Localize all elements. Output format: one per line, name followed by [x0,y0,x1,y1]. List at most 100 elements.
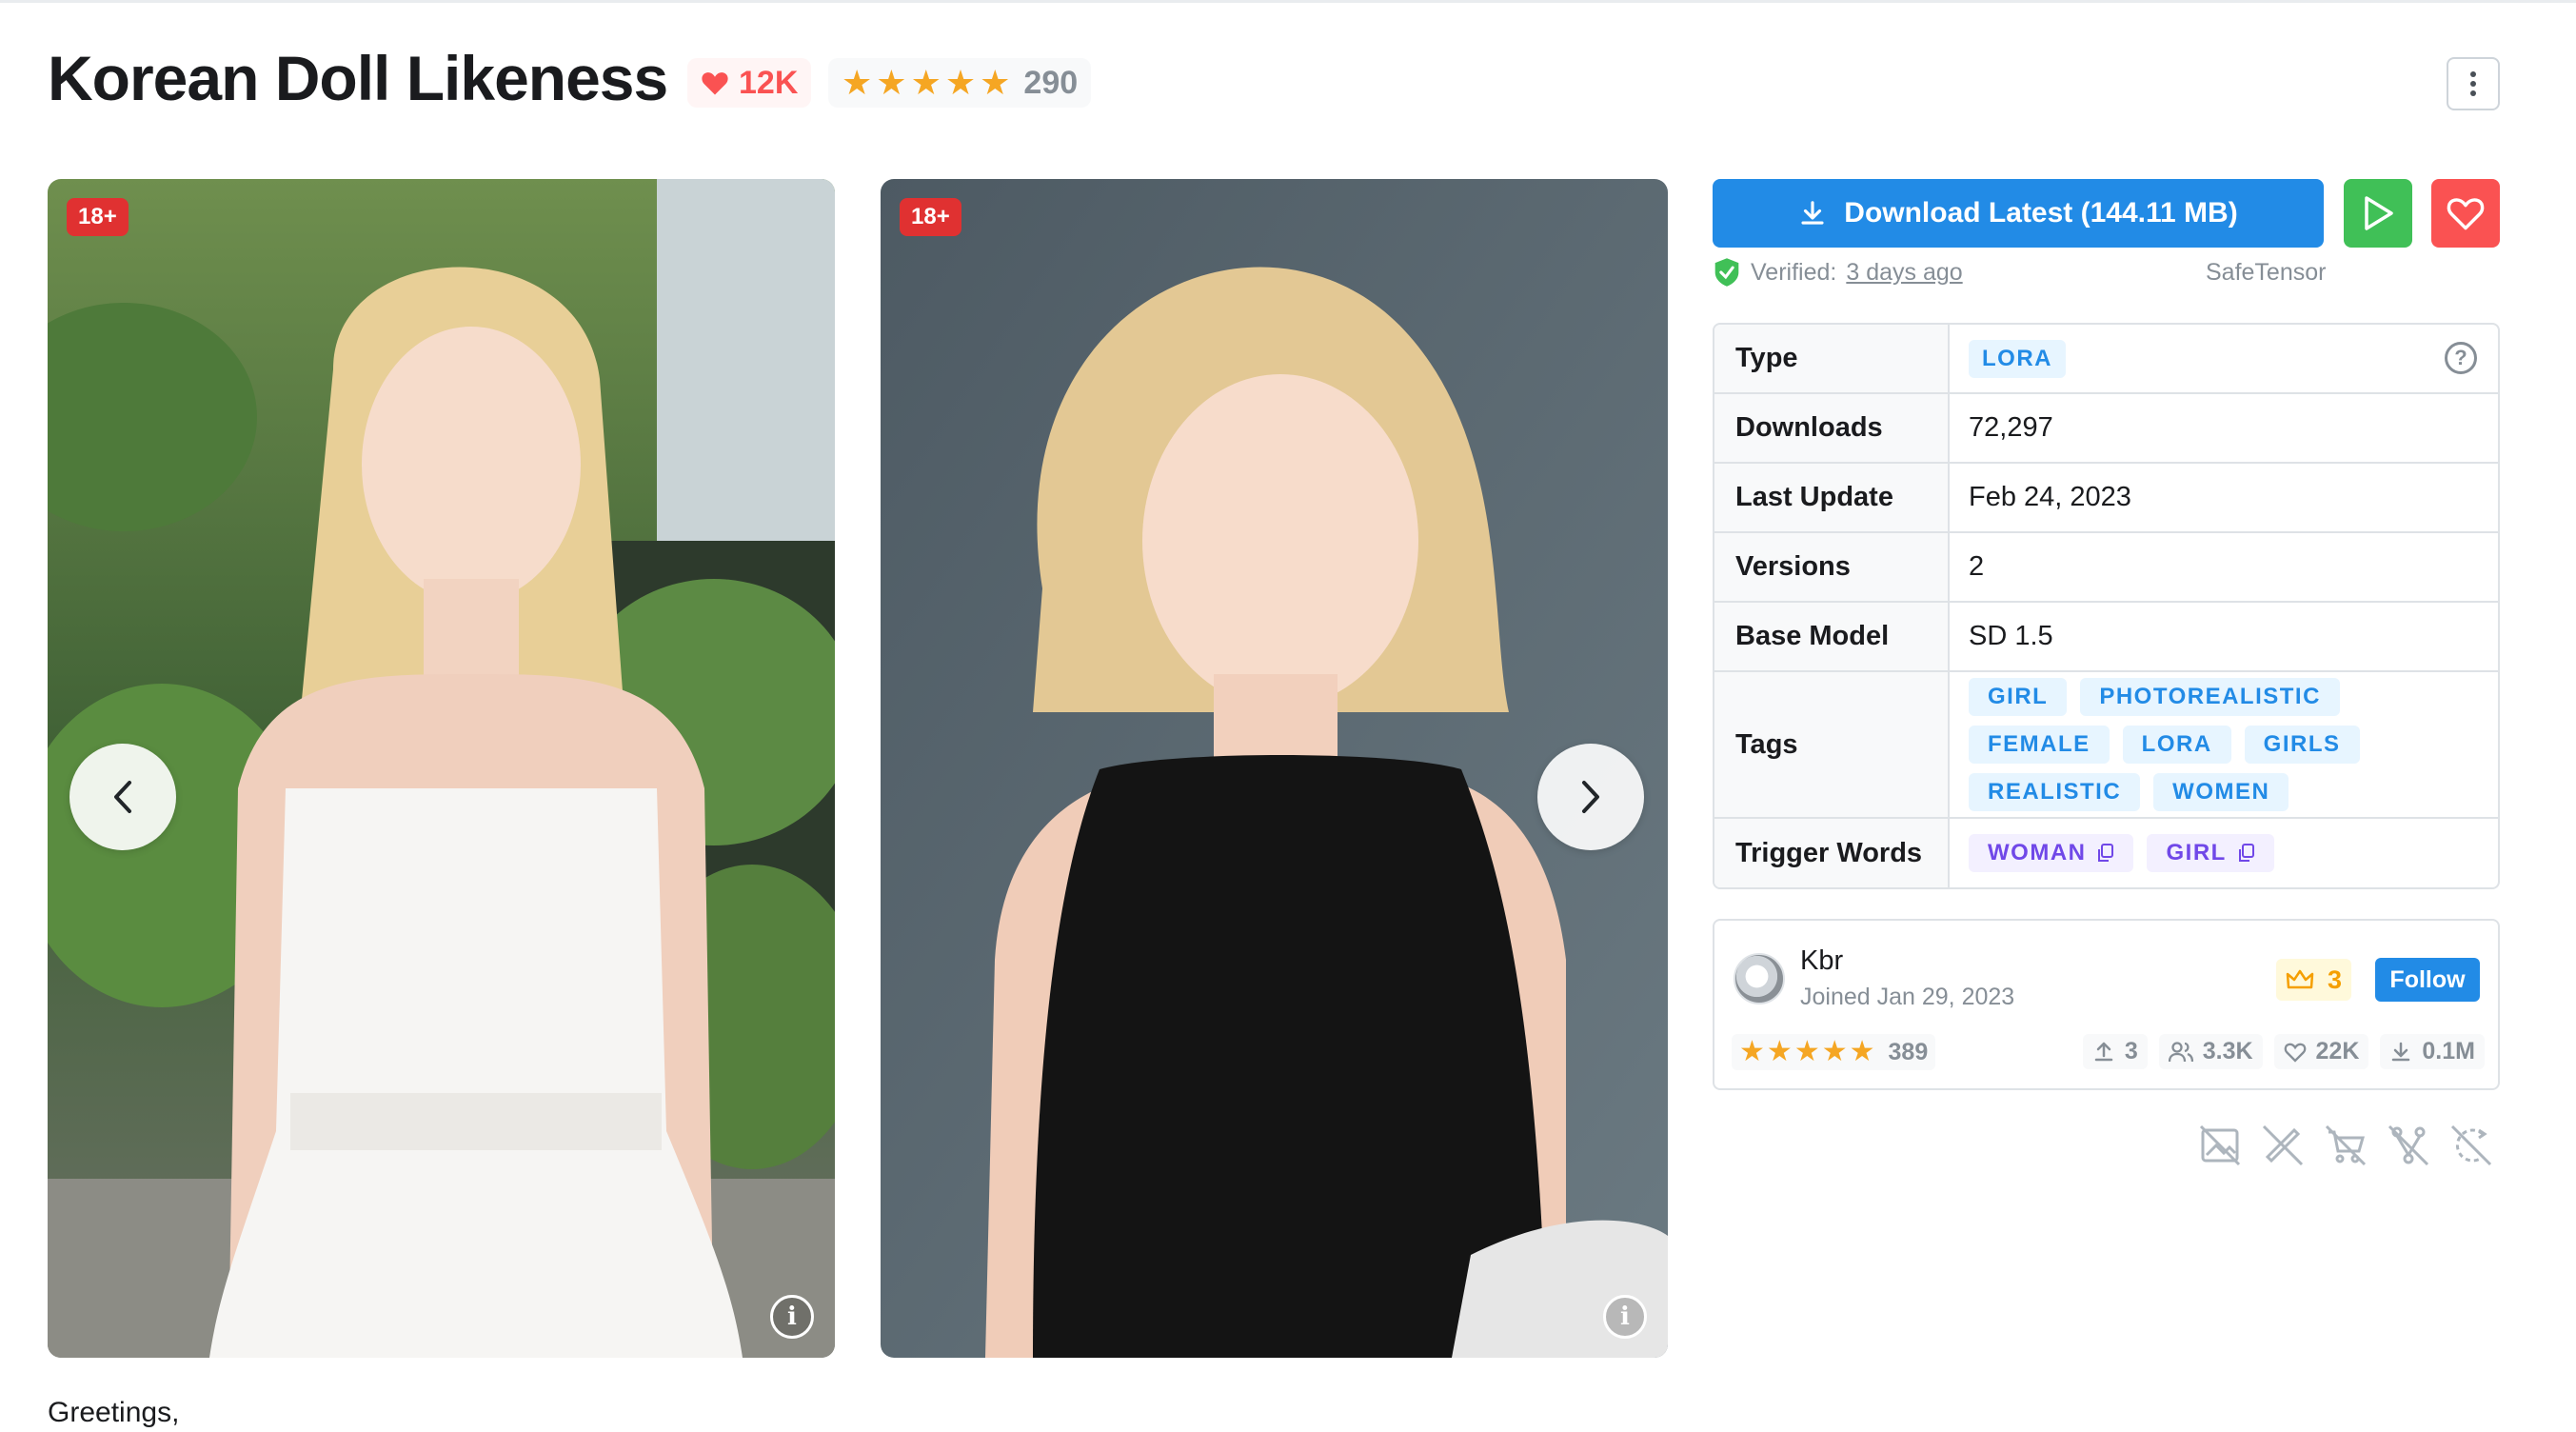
details-value: 72,297 [1969,412,2053,443]
tag-pill[interactable]: FEMALE [1969,726,2110,764]
star-icon: ★ [1766,1036,1793,1067]
details-key: Trigger Words [1714,819,1950,887]
heart-icon [702,72,728,95]
likes-stat: 22K [2273,1034,2369,1069]
star-icon: ★ [910,63,941,102]
details-key: Last Update [1714,464,1950,531]
creator-rank: 3 [2328,965,2343,994]
download-label: Download Latest (144.11 MB) [1844,197,2238,229]
details-value: Feb 24, 2023 [1969,482,2131,512]
tag-pill[interactable]: GIRL [1969,678,2068,716]
star-icon: ★ [1793,1036,1820,1067]
creator-name[interactable]: Kbr [1800,945,1843,977]
favorite-button[interactable] [2431,179,2500,248]
tag-pill[interactable]: LORA [2122,726,2231,764]
likes-count: 12K [739,64,799,101]
details-key: Tags [1714,672,1950,817]
nsfw-badge: 18+ [900,198,961,236]
tag-pill[interactable]: GIRLS [2244,726,2360,764]
type-badge: LORA [1969,339,2066,378]
file-format-label: SafeTensor [2206,259,2327,286]
no-commercial-icon[interactable] [2325,1124,2367,1167]
crown-icon [2286,969,2314,989]
trigger-word-text: WOMAN [1988,840,2087,865]
star-icon: ★ [842,63,873,102]
details-row-base-model: Base Model SD 1.5 [1714,603,2498,672]
followers-stat: 3.3K [2158,1034,2263,1069]
carousel-prev-button[interactable] [69,744,176,850]
play-icon [2365,196,2393,230]
details-key: Base Model [1714,603,1950,670]
likes-badge[interactable]: 12K [687,58,812,108]
shield-check-icon [1714,258,1739,287]
dots-vertical-icon [2470,71,2476,96]
creator-rank-badge: 3 [2276,959,2352,1001]
download-icon [1801,201,1824,225]
copy-icon [2098,844,2114,862]
info-icon[interactable]: i [770,1295,814,1339]
help-icon[interactable]: ? [2445,342,2477,374]
creator-rating: ★ ★ ★ ★ ★ 389 [1732,1034,1936,1070]
no-images-icon[interactable] [2199,1124,2241,1167]
copy-icon [2238,844,2254,862]
details-value: LORA ? [1950,325,2498,392]
info-icon[interactable]: i [1603,1295,1647,1339]
details-row-type: Type LORA ? [1714,325,2498,394]
verified-label: Verified: [1751,258,1837,286]
no-permission-icon[interactable] [2450,1124,2492,1167]
nsfw-badge: 18+ [67,198,129,236]
follow-button[interactable]: Follow [2375,958,2480,1002]
model-details-table: Type LORA ? Downloads 72,297 Last Update… [1713,323,2500,889]
avatar[interactable] [1734,953,1785,1004]
details-key: Downloads [1714,394,1950,462]
heart-outline-icon [2284,1043,2306,1063]
no-merge-icon[interactable] [2388,1124,2429,1167]
details-key: Type [1714,325,1950,392]
creator-stats: 3 3.3K 22K 0.1M [2082,1034,2485,1069]
star-icon: ★ [1821,1036,1848,1067]
run-button[interactable] [2344,179,2412,248]
tag-pill[interactable]: REALISTIC [1969,773,2141,811]
rating-count: 290 [1023,64,1079,101]
star-icon: ★ [1849,1036,1875,1067]
uploads-stat: 3 [2082,1034,2148,1069]
trigger-word-text: GIRL [2166,840,2227,865]
details-row-versions: Versions 2 [1714,533,2498,603]
details-row-tags: Tags GIRL PHOTOREALISTIC FEMALE LORA GIR… [1714,672,2498,819]
details-key: Versions [1714,533,1950,601]
trigger-word-list: WOMAN GIRL [1950,819,2498,887]
tag-pill[interactable]: PHOTOREALISTIC [2080,678,2340,716]
details-row-last-update: Last Update Feb 24, 2023 [1714,464,2498,533]
star-icon: ★ [1739,1036,1765,1067]
download-icon [2392,1042,2410,1061]
chevron-left-icon [114,781,131,813]
more-options-button[interactable] [2447,57,2500,110]
no-sell-icon[interactable] [2262,1124,2304,1167]
star-icon: ★ [980,63,1011,102]
downloads-count: 0.1M [2422,1038,2475,1064]
upload-icon [2094,1042,2113,1061]
star-icon: ★ [876,63,907,102]
tag-list: GIRL PHOTOREALISTIC FEMALE LORA GIRLS RE… [1950,672,2498,817]
uploads-count: 3 [2124,1038,2138,1064]
details-row-trigger-words: Trigger Words WOMAN GIRL [1714,819,2498,887]
downloads-stat: 0.1M [2380,1034,2485,1069]
likes-count: 22K [2315,1038,2360,1064]
heart-outline-icon [2447,198,2485,230]
creator-card: Kbr Joined Jan 29, 2023 3 Follow ★ ★ ★ ★… [1713,919,2500,1090]
verified-date-link[interactable]: 3 days ago [1846,259,1962,287]
model-title: Korean Doll Likeness [48,43,668,113]
verified-status: Verified: 3 days ago [1713,257,1963,288]
carousel-next-button[interactable] [1537,744,1644,850]
rating-badge[interactable]: ★ ★ ★ ★ ★ 290 [828,58,1092,108]
star-icon: ★ [944,63,977,102]
description-text: Greetings, [48,1397,180,1428]
creator-joined-date: Joined Jan 29, 2023 [1800,984,2015,1010]
details-row-downloads: Downloads 72,297 [1714,394,2498,464]
download-button[interactable]: Download Latest (144.11 MB) [1713,179,2324,248]
top-divider [0,0,2576,3]
trigger-word-pill[interactable]: GIRL [2147,834,2274,872]
trigger-word-pill[interactable]: WOMAN [1969,834,2134,872]
tag-pill[interactable]: WOMEN [2153,773,2289,811]
creator-rating-count: 389 [1888,1038,1929,1065]
